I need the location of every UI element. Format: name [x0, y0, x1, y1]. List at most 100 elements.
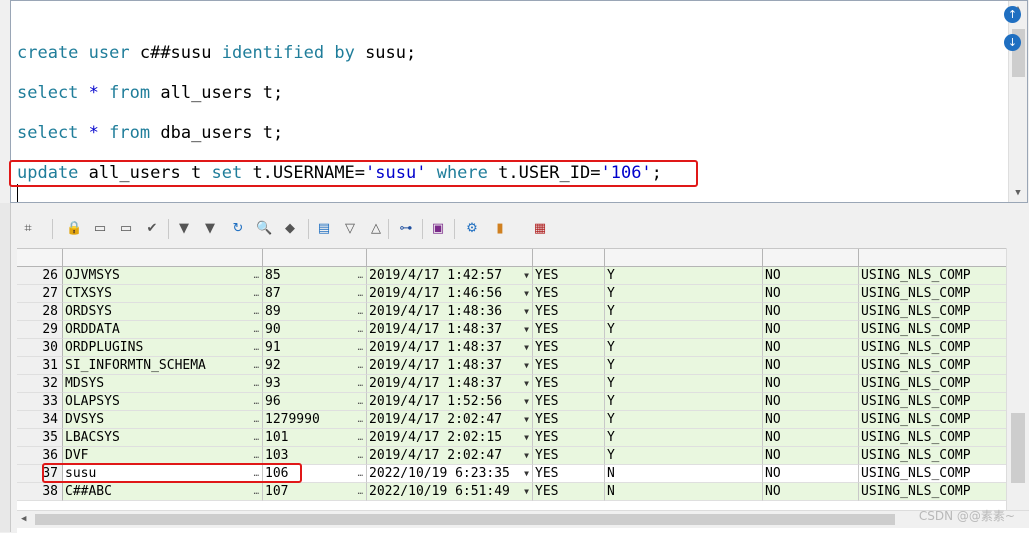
- cell-oracle_maintained[interactable]: Y: [605, 447, 763, 465]
- cell-oracle_maintained[interactable]: Y: [605, 285, 763, 303]
- date-dropdown-icon[interactable]: ▼: [524, 339, 529, 356]
- grid-options-button[interactable]: ⌗: [20, 221, 36, 237]
- date-dropdown-icon[interactable]: ▼: [524, 375, 529, 392]
- cell-common[interactable]: YES: [533, 321, 605, 339]
- table-row[interactable]: 27 CTXSYS … 87 … 2019/4/17 1:46:56 ▼ YES Y NO USIN…: [17, 285, 1029, 303]
- date-dropdown-icon[interactable]: ▼: [524, 393, 529, 410]
- column-header-rownum[interactable]: [17, 249, 63, 267]
- post-changes-button[interactable]: ✔: [144, 221, 160, 237]
- cell-default_collation[interactable]: USING_NLS_COMP: [859, 393, 1009, 411]
- query-by-example-button[interactable]: ▽: [342, 221, 358, 237]
- cell-common[interactable]: YES: [533, 375, 605, 393]
- cell-username[interactable]: MDSYS…: [63, 375, 263, 393]
- cell-oracle_maintained[interactable]: Y: [605, 321, 763, 339]
- cell-user_id[interactable]: 101…: [263, 429, 367, 447]
- cell-default_collation[interactable]: USING_NLS_COMP: [859, 411, 1009, 429]
- column-header-default_collation[interactable]: [859, 249, 1009, 267]
- grid-scroll-thumb[interactable]: [1011, 413, 1025, 483]
- grid-hscroll-thumb[interactable]: [35, 514, 895, 525]
- cell-inherited[interactable]: NO: [763, 393, 859, 411]
- chart-button[interactable]: ▮: [492, 221, 508, 237]
- cell-default_collation[interactable]: USING_NLS_COMP: [859, 447, 1009, 465]
- cell-editor-ellipsis-icon[interactable]: …: [358, 267, 363, 284]
- cell-default_collation[interactable]: USING_NLS_COMP: [859, 483, 1009, 501]
- cell-oracle_maintained[interactable]: Y: [605, 339, 763, 357]
- single-record-button[interactable]: ▤: [316, 221, 332, 237]
- cell-editor-ellipsis-icon[interactable]: …: [254, 393, 259, 410]
- table-row[interactable]: 31 SI_INFORMTN_SCHEMA… 92… 2019/4/17 1:48:3…: [17, 357, 1029, 375]
- scroll-down-round-button[interactable]: ↓: [1004, 34, 1021, 51]
- delete-record-button[interactable]: ▭: [118, 221, 134, 237]
- table-row[interactable]: 35 LBACSYS … 101 … 2019/4/17 2:02:15 ▼ YES Y NO US…: [17, 429, 1029, 447]
- cell-oracle_maintained[interactable]: Y: [605, 429, 763, 447]
- cell-created[interactable]: 2019/4/17 1:52:56 ▼: [367, 393, 533, 411]
- code-line-2[interactable]: select * from all_users t;: [17, 83, 283, 103]
- cell-user_id[interactable]: 89…: [263, 303, 367, 321]
- cell-default_collation[interactable]: USING_NLS_COMP: [859, 429, 1009, 447]
- fetch-next-button[interactable]: ▼: [176, 221, 192, 237]
- cell-oracle_maintained[interactable]: N: [605, 483, 763, 501]
- grid-vertical-scrollbar[interactable]: [1006, 248, 1029, 510]
- table-row[interactable]: 29 ORDDATA … 90 … 2019/4/17 1:48:37 ▼ YES Y NO USI…: [17, 321, 1029, 339]
- cell-username[interactable]: LBACSYS…: [63, 429, 263, 447]
- add-record-button[interactable]: ▭: [92, 221, 108, 237]
- cell-username[interactable]: CTXSYS…: [63, 285, 263, 303]
- table-row[interactable]: 26 OJVMSYS … 85 … 2019/4/17 1:42:57 ▼ YES Y NO USI…: [17, 267, 1029, 285]
- connect-button[interactable]: ⚙: [464, 221, 480, 237]
- cell-editor-ellipsis-icon[interactable]: …: [254, 357, 259, 374]
- date-dropdown-icon[interactable]: ▼: [524, 483, 529, 500]
- cell-inherited[interactable]: NO: [763, 267, 859, 285]
- sort-button[interactable]: △: [368, 221, 384, 237]
- cell-username[interactable]: C##ABC…: [63, 483, 263, 501]
- cell-editor-ellipsis-icon[interactable]: …: [358, 483, 363, 500]
- code-line-1[interactable]: create user c##susu identified by susu;: [17, 43, 416, 63]
- cell-default_collation[interactable]: USING_NLS_COMP: [859, 267, 1009, 285]
- cell-editor-ellipsis-icon[interactable]: …: [358, 375, 363, 392]
- cell-editor-ellipsis-icon[interactable]: …: [358, 321, 363, 338]
- cell-editor-ellipsis-icon[interactable]: …: [254, 375, 259, 392]
- cell-common[interactable]: YES: [533, 357, 605, 375]
- date-dropdown-icon[interactable]: ▼: [524, 357, 529, 374]
- clear-button[interactable]: ◆: [282, 221, 298, 237]
- cell-editor-ellipsis-icon[interactable]: …: [254, 285, 259, 302]
- table-row[interactable]: 34 DVSYS … 1279990 … 2019/4/17 2:02:47 ▼ YES Y NO…: [17, 411, 1029, 429]
- table-row[interactable]: 30 ORDPLUGINS … 91 … 2019/4/17 1:48:37 ▼ YES Y NO…: [17, 339, 1029, 357]
- cell-inherited[interactable]: NO: [763, 357, 859, 375]
- table-row[interactable]: 28 ORDSYS … 89 … 2019/4/17 1:48:36 ▼ YES Y NO USIN…: [17, 303, 1029, 321]
- cell-inherited[interactable]: NO: [763, 375, 859, 393]
- cell-common[interactable]: YES: [533, 465, 605, 483]
- scroll-left-arrow-icon[interactable]: ◀: [21, 511, 26, 528]
- lock-button[interactable]: 🔒: [66, 221, 82, 237]
- cell-created[interactable]: 2019/4/17 1:48:37 ▼: [367, 357, 533, 375]
- cell-oracle_maintained[interactable]: Y: [605, 375, 763, 393]
- column-header-user_id[interactable]: [263, 249, 367, 267]
- table-row[interactable]: 32 MDSYS … 93 … 2019/4/17 1:48:37 ▼ YES Y NO USING…: [17, 375, 1029, 393]
- cell-oracle_maintained[interactable]: Y: [605, 393, 763, 411]
- cell-created[interactable]: 2019/4/17 1:48:37 ▼: [367, 321, 533, 339]
- cell-created[interactable]: 2019/4/17 1:48:37 ▼: [367, 375, 533, 393]
- cell-default_collation[interactable]: USING_NLS_COMP: [859, 465, 1009, 483]
- cell-username[interactable]: ORDSYS…: [63, 303, 263, 321]
- cell-username[interactable]: OLAPSYS…: [63, 393, 263, 411]
- cell-editor-ellipsis-icon[interactable]: …: [254, 303, 259, 320]
- grid-horizontal-scrollbar[interactable]: ◀: [17, 510, 1029, 528]
- cell-oracle_maintained[interactable]: Y: [605, 267, 763, 285]
- export-table-button[interactable]: ▦: [532, 221, 548, 237]
- cell-oracle_maintained[interactable]: Y: [605, 357, 763, 375]
- cell-editor-ellipsis-icon[interactable]: …: [358, 357, 363, 374]
- cell-default_collation[interactable]: USING_NLS_COMP: [859, 303, 1009, 321]
- cell-common[interactable]: YES: [533, 447, 605, 465]
- cell-username[interactable]: ORDDATA…: [63, 321, 263, 339]
- cell-created[interactable]: 2019/4/17 2:02:15 ▼: [367, 429, 533, 447]
- date-dropdown-icon[interactable]: ▼: [524, 411, 529, 428]
- cell-oracle_maintained[interactable]: Y: [605, 303, 763, 321]
- cell-inherited[interactable]: NO: [763, 429, 859, 447]
- cell-editor-ellipsis-icon[interactable]: …: [254, 267, 259, 284]
- cell-oracle_maintained[interactable]: N: [605, 465, 763, 483]
- date-dropdown-icon[interactable]: ▼: [524, 285, 529, 302]
- cell-editor-ellipsis-icon[interactable]: …: [358, 429, 363, 446]
- cell-editor-ellipsis-icon[interactable]: …: [358, 285, 363, 302]
- cell-editor-ellipsis-icon[interactable]: …: [358, 393, 363, 410]
- column-header-common[interactable]: [533, 249, 605, 267]
- cell-inherited[interactable]: NO: [763, 285, 859, 303]
